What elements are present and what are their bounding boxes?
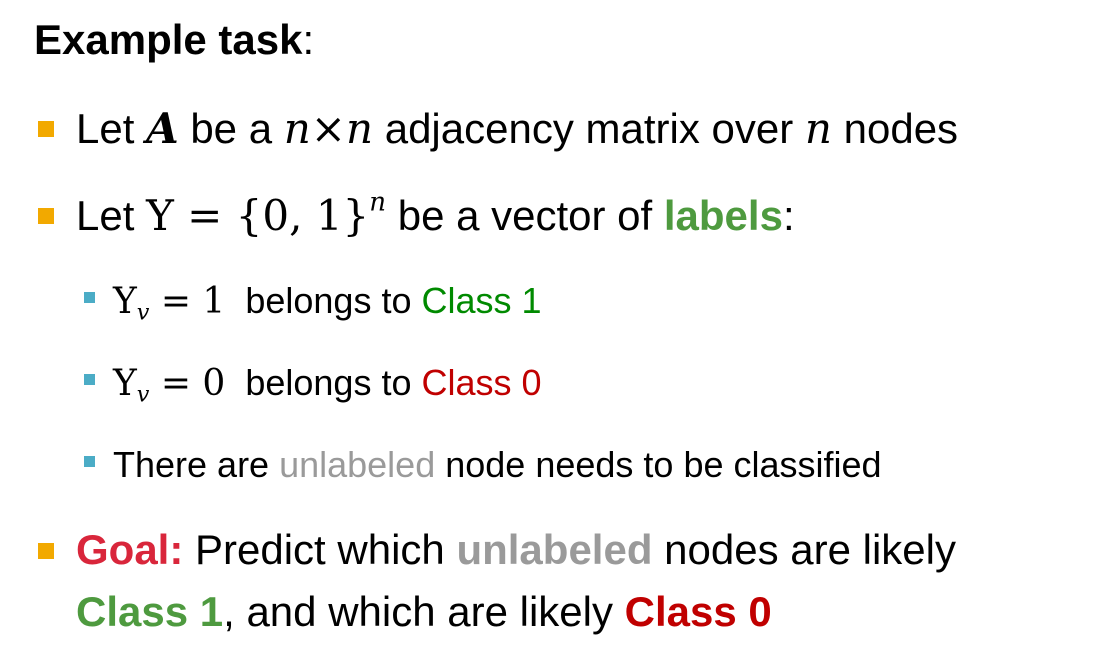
matrix-symbol: A — [146, 104, 179, 153]
text-segment: Let — [76, 192, 147, 239]
text-segment: be a vector of — [386, 192, 664, 239]
unlabeled-term: unlabeled — [279, 444, 436, 485]
dimension-expression: n×n — [283, 104, 374, 153]
equation: = 0 — [149, 363, 226, 404]
slide: Example task: Let A be a n×n adjacency m… — [0, 0, 1107, 663]
exponent: n — [369, 187, 387, 218]
bullet-adjacency: Let A be a n×n adjacency matrix over n n… — [76, 101, 958, 157]
class-0-label: Class 0 — [421, 362, 542, 403]
text-segment: There are — [113, 444, 280, 485]
subbullet-class0: Yv = 0 belongs to Class 0 — [113, 358, 542, 420]
sub-bullet-square-icon — [84, 292, 95, 303]
sub-bullet-square-icon — [84, 374, 95, 385]
subscript: v — [136, 299, 150, 326]
class-1-label: Class 1 — [421, 280, 542, 321]
equation: = 1 — [149, 281, 226, 322]
bullet-square-icon — [38, 208, 54, 224]
node-count-symbol: n — [804, 104, 832, 153]
bullet-labels: Let Y = {0, 1}n be a vector of labels: — [76, 188, 795, 244]
label-symbol: Y — [113, 363, 137, 404]
goal-line-1: Goal: Predict which unlabeled nodes are … — [76, 522, 956, 578]
sub-bullet-square-icon — [84, 456, 95, 467]
subbullet-class1: Yv = 1 belongs to Class 1 — [113, 276, 542, 338]
text-segment: nodes are likely — [652, 526, 956, 573]
subscript: v — [136, 381, 150, 408]
subbullet-unlabeled: There are unlabeled node needs to be cla… — [113, 440, 882, 490]
text-segment: belongs to — [225, 362, 422, 403]
text-segment: : — [782, 192, 795, 239]
text-segment: , and which are likely — [223, 588, 625, 635]
goal-line-2: Class 1, and which are likely Class 0 — [76, 584, 772, 640]
class-1-label: Class 1 — [76, 588, 224, 635]
labels-term: labels — [663, 192, 783, 239]
text-segment: belongs to — [225, 280, 422, 321]
unlabeled-term: unlabeled — [456, 526, 653, 573]
label-symbol: Y — [113, 281, 137, 322]
bullet-square-icon — [38, 121, 54, 137]
heading-colon: : — [302, 16, 315, 63]
text-segment: adjacency matrix over — [373, 105, 805, 152]
slide-heading: Example task: — [34, 12, 314, 68]
label-set-expression: Y = {0, 1} — [146, 191, 370, 240]
bullet-square-icon — [38, 543, 54, 559]
text-segment: Predict which — [183, 526, 457, 573]
goal-label: Goal: — [76, 526, 184, 573]
class-0-label: Class 0 — [624, 588, 772, 635]
text-segment: Let — [76, 105, 147, 152]
text-segment: node needs to be classified — [435, 444, 882, 485]
text-segment: be a — [178, 105, 284, 152]
heading-bold: Example task — [34, 16, 303, 63]
text-segment: nodes — [831, 105, 959, 152]
